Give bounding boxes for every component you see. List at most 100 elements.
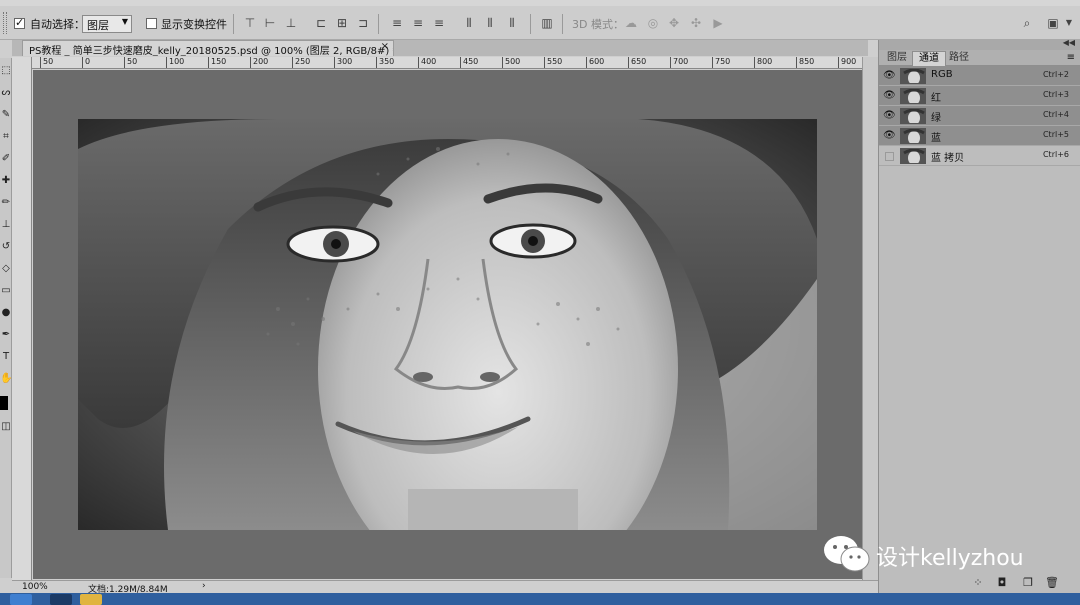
eye-icon[interactable]: 👁 (883, 110, 896, 122)
status-menu-icon[interactable]: › (202, 581, 206, 591)
lasso-tool-icon[interactable]: ᔕ (0, 86, 12, 100)
channel-row[interactable]: 👁 绿 Ctrl+4 (879, 106, 1080, 126)
chevron-down-icon[interactable]: ▼ (1062, 16, 1076, 30)
eye-icon[interactable]: 👁 (883, 70, 896, 82)
eye-icon[interactable]: 👁 (883, 90, 896, 102)
3d-slide-icon[interactable]: ✣ (689, 16, 703, 30)
gradient-tool-icon[interactable]: ▭ (0, 284, 12, 298)
portrait-photo[interactable] (78, 119, 817, 530)
eraser-tool-icon[interactable]: ◇ (0, 262, 12, 276)
distribute-hcenter-icon[interactable]: ⫴ (483, 16, 497, 30)
channel-list: 👁 RGB Ctrl+2 👁 红 Ctrl+3 👁 绿 Ctrl+4 👁 蓝 Ctrl+5 蓝 拷贝 Ct… (879, 66, 1080, 166)
chevron-down-icon: ▼ (121, 17, 128, 26)
ruler-tick-label: 850 (796, 57, 814, 68)
3d-roll-icon[interactable]: ◎ (646, 16, 660, 30)
hand-tool-icon[interactable]: ✋ (0, 372, 12, 386)
divider (562, 14, 563, 34)
vertical-scrollbar[interactable] (862, 57, 878, 580)
ruler-tick-label: 900 (838, 57, 856, 68)
channel-name: 蓝 (931, 133, 941, 144)
ruler-tick-label: 150 (208, 57, 226, 68)
ruler-tick-label: 700 (670, 57, 688, 68)
foreground-color-swatch[interactable] (0, 396, 8, 410)
align-left-icon[interactable]: ⊏ (314, 16, 328, 30)
status-bar: 100% 文档:1.29M/8.84M › (12, 580, 878, 595)
channel-row[interactable]: 👁 蓝 Ctrl+5 (879, 126, 1080, 146)
new-channel-icon[interactable]: ❐ (1021, 576, 1035, 590)
start-button[interactable] (10, 594, 32, 605)
divider (233, 14, 234, 34)
zoom-level[interactable]: 100% (22, 582, 48, 592)
tab-channels[interactable]: 通道 (912, 51, 946, 66)
healing-brush-tool-icon[interactable]: ✚ (0, 174, 12, 188)
watermark-text: 设计kellyzhou (876, 546, 1024, 571)
distribute-top-icon[interactable]: ≡ (390, 16, 404, 30)
align-top-icon[interactable]: ⊤ (243, 16, 257, 30)
show-transform-checkbox[interactable] (146, 18, 157, 29)
distribute-left-icon[interactable]: ⫴ (462, 16, 476, 30)
tab-layers[interactable]: 图层 (881, 51, 913, 66)
eyedropper-tool-icon[interactable]: ✐ (0, 152, 12, 166)
quick-mask-icon[interactable]: ◫ (0, 420, 12, 434)
channel-row[interactable]: 👁 RGB Ctrl+2 (879, 66, 1080, 86)
auto-select-value: 图层 (87, 19, 109, 32)
type-tool-icon[interactable]: T (0, 350, 12, 364)
eye-icon[interactable]: 👁 (883, 130, 896, 142)
ruler-tick-label: 350 (376, 57, 394, 68)
wechat-logo-icon (824, 536, 870, 572)
collapse-icon[interactable]: ◀◀ (1063, 38, 1075, 47)
channel-shortcut: Ctrl+6 (1042, 150, 1069, 159)
options-bar-grip[interactable] (3, 12, 7, 34)
workspace-icon[interactable]: ▣ (1046, 16, 1060, 30)
distribute-vcenter-icon[interactable]: ≡ (411, 16, 425, 30)
channel-row[interactable]: 蓝 拷贝 Ctrl+6 (879, 146, 1080, 166)
delete-channel-icon[interactable]: 🗑 (1045, 576, 1059, 590)
show-transform-label: 显示变换控件 (161, 18, 227, 31)
panel-footer: ⁘ ◘ ❐ 🗑 (879, 573, 1080, 593)
channel-name: 红 (931, 93, 941, 104)
channel-shortcut: Ctrl+3 (1042, 90, 1069, 99)
quick-select-tool-icon[interactable]: ✎ (0, 108, 12, 122)
tab-paths[interactable]: 路径 (943, 51, 975, 66)
channel-name: 绿 (931, 113, 941, 124)
ruler-tick-label: 800 (754, 57, 772, 68)
crop-tool-icon[interactable]: ⌗ (0, 130, 12, 144)
auto-align-icon[interactable]: ▥ (540, 16, 554, 30)
load-selection-icon[interactable]: ⁘ (971, 576, 985, 590)
marquee-tool-icon[interactable]: ⬚ (0, 64, 12, 78)
3d-pan-icon[interactable]: ✥ (667, 16, 681, 30)
taskbar-folder-icon[interactable] (80, 594, 102, 605)
save-selection-icon[interactable]: ◘ (995, 576, 1009, 590)
dodge-tool-icon[interactable]: ● (0, 306, 12, 320)
search-icon[interactable]: ⌕ (1020, 16, 1034, 30)
auto-select-dropdown[interactable]: 图层 ▼ (82, 15, 132, 33)
auto-select-checkbox[interactable] (14, 16, 25, 29)
taskbar-photoshop-icon[interactable] (50, 594, 72, 605)
divider (530, 14, 531, 34)
channel-shortcut: Ctrl+5 (1042, 130, 1069, 139)
channel-thumbnail (900, 88, 926, 104)
windows-taskbar (0, 593, 1080, 605)
history-brush-tool-icon[interactable]: ↺ (0, 240, 12, 254)
ruler-tick-label: 50 (124, 57, 137, 68)
clone-stamp-tool-icon[interactable]: ⊥ (0, 218, 12, 232)
portrait-image (78, 119, 817, 530)
align-hcenter-icon[interactable]: ⊞ (335, 16, 349, 30)
ruler-tick-label: 250 (292, 57, 310, 68)
document-tab[interactable]: PS教程 _ 简单三步快速磨皮_kelly_20180525.psd @ 100… (22, 40, 394, 56)
align-vcenter-icon[interactable]: ⊢ (263, 16, 277, 30)
align-right-icon[interactable]: ⊐ (356, 16, 370, 30)
distribute-right-icon[interactable]: ⫴ (505, 16, 519, 30)
ruler-tick-label: 50 (40, 57, 53, 68)
brush-tool-icon[interactable]: ✏ (0, 196, 12, 210)
3d-orbit-icon[interactable]: ☁ (624, 16, 638, 30)
mode-3d-label: 3D 模式： (572, 18, 624, 31)
distribute-bottom-icon[interactable]: ≡ (432, 16, 446, 30)
panel-menu-icon[interactable]: ≡ (1067, 52, 1075, 63)
channel-row[interactable]: 👁 红 Ctrl+3 (879, 86, 1080, 106)
pen-tool-icon[interactable]: ✒ (0, 328, 12, 342)
3d-scale-icon[interactable]: ▶ (711, 16, 725, 30)
eye-icon[interactable] (885, 152, 894, 161)
align-bottom-icon[interactable]: ⊥ (284, 16, 298, 30)
close-icon[interactable]: × (381, 41, 389, 52)
